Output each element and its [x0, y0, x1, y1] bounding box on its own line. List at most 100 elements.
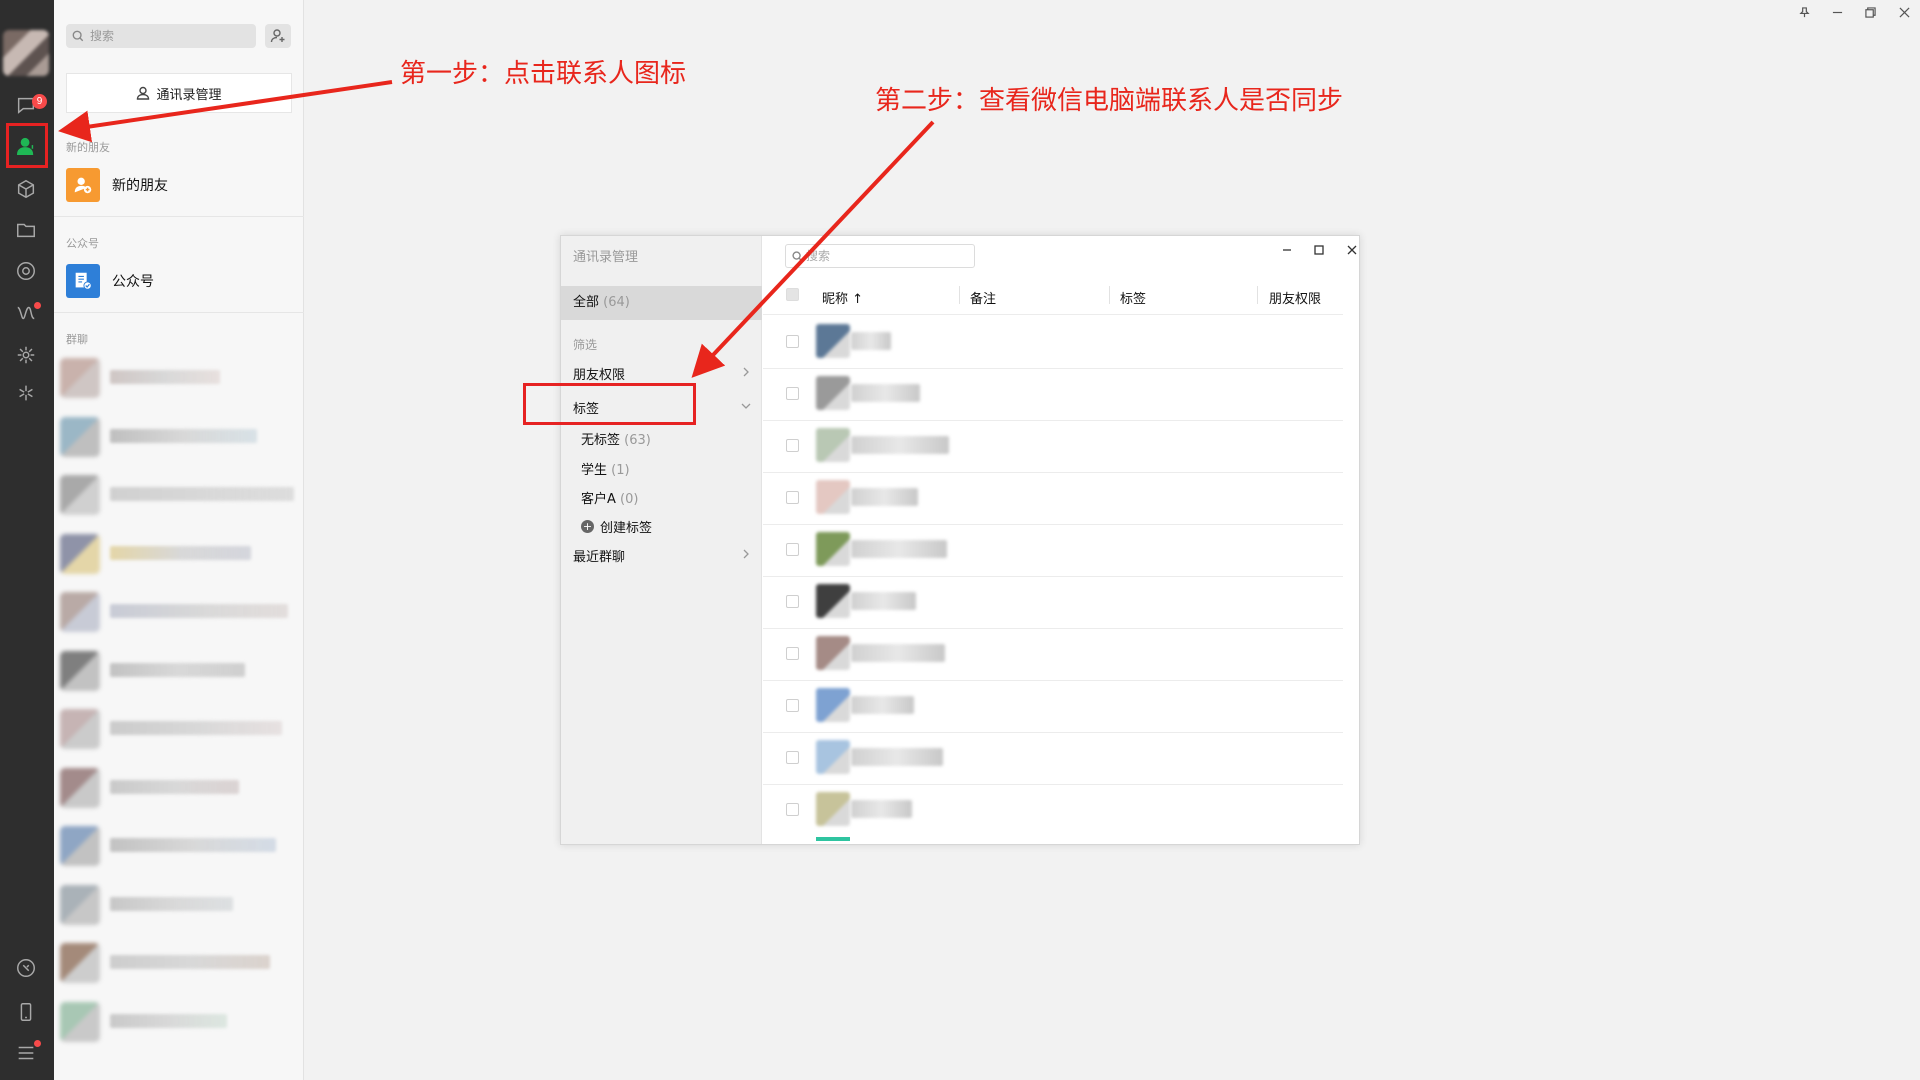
filter-friend-permission[interactable]: 朋友权限 — [573, 364, 751, 383]
annotation-step1: 第一步：点击联系人图标 — [400, 59, 687, 89]
close-icon — [1898, 6, 1910, 18]
no-tag-label: 无标签 — [581, 433, 621, 448]
new-friends-item[interactable]: 新的朋友 — [66, 168, 168, 202]
add-contact-button[interactable] — [265, 24, 291, 48]
official-account-icon — [66, 264, 100, 298]
col-nickname[interactable]: 昵称 ↑ — [822, 288, 863, 307]
group-name-blurred — [110, 721, 282, 735]
restore-icon — [1864, 6, 1876, 18]
files-icon[interactable] — [13, 217, 39, 243]
row-divider — [763, 732, 1343, 733]
tags-highlight-box — [523, 383, 696, 425]
create-tag-button[interactable]: + 创建标签 — [581, 517, 652, 536]
group-chat-item[interactable] — [54, 699, 304, 755]
group-avatar — [60, 884, 100, 925]
close-button[interactable] — [1892, 2, 1916, 22]
contact-name-blurred — [851, 384, 920, 402]
client-count: (0) — [620, 492, 639, 507]
group-name-blurred — [110, 779, 239, 794]
col-permission[interactable]: 朋友权限 — [1269, 288, 1321, 307]
group-chat-item[interactable] — [54, 875, 304, 931]
student-label: 学生 — [581, 463, 608, 478]
official-section-label: 公众号 — [66, 237, 99, 250]
filter-section-label: 筛选 — [573, 338, 598, 352]
row-checkbox[interactable] — [786, 595, 799, 608]
group-chat-item[interactable] — [54, 992, 304, 1048]
contacts-icon[interactable] — [13, 133, 39, 159]
col-remark[interactable]: 备注 — [970, 288, 996, 307]
select-all-checkbox[interactable] — [786, 288, 799, 301]
group-avatar — [60, 475, 100, 515]
manager-search-input[interactable]: 搜索 — [785, 244, 975, 268]
contact-avatar — [816, 532, 850, 566]
contacts-panel: 搜索 通讯录管理 新的朋友 新的朋友 公众号 公众号 群聊 — [54, 0, 304, 1080]
group-chat-item[interactable] — [54, 524, 304, 580]
group-chat-item[interactable] — [54, 582, 304, 638]
pin-icon — [1798, 6, 1810, 17]
tag-student[interactable]: 学生 (1) — [581, 459, 630, 478]
sidebar-nav: 9 — [0, 0, 54, 1080]
row-checkbox[interactable] — [786, 439, 799, 452]
row-checkbox[interactable] — [786, 699, 799, 712]
group-name-blurred — [110, 662, 245, 677]
group-avatar — [60, 592, 100, 632]
moments-icon[interactable] — [13, 258, 39, 284]
filter-recent-groups[interactable]: 最近群聊 — [573, 546, 751, 565]
row-checkbox[interactable] — [786, 543, 799, 556]
minimize-button[interactable] — [1825, 2, 1849, 22]
group-chat-item[interactable] — [54, 407, 304, 463]
row-checkbox[interactable] — [786, 751, 799, 764]
divider — [54, 312, 304, 313]
col-separator — [959, 286, 960, 304]
manager-close-button[interactable] — [1340, 240, 1364, 260]
mini-program-icon[interactable] — [13, 342, 39, 368]
contact-avatar — [816, 792, 850, 826]
mobile-icon[interactable] — [13, 999, 39, 1025]
group-avatar — [60, 533, 100, 574]
client-label: 客户A — [581, 492, 616, 507]
row-checkbox[interactable] — [786, 803, 799, 816]
manager-sidebar: 通讯录管理 全部 (64) 筛选 朋友权限 标签 无标签 (63) 学生 (1)… — [561, 236, 762, 844]
filter-all[interactable]: 全部 (64) — [561, 286, 762, 320]
search-input[interactable]: 搜索 — [66, 24, 256, 48]
group-chat-item[interactable] — [54, 758, 304, 814]
group-chat-item[interactable] — [54, 641, 304, 697]
minimize-icon — [1283, 249, 1291, 251]
contact-manager-window: 通讯录管理 全部 (64) 筛选 朋友权限 标签 无标签 (63) 学生 (1)… — [560, 235, 1360, 845]
new-friends-icon — [66, 168, 100, 202]
group-chat-item[interactable] — [54, 465, 304, 521]
favorites-icon[interactable] — [13, 176, 39, 202]
contact-name-blurred — [851, 592, 916, 610]
contact-name-blurred — [851, 748, 943, 766]
official-account-item[interactable]: 公众号 — [66, 264, 154, 298]
contact-name-blurred — [851, 540, 947, 558]
row-checkbox[interactable] — [786, 387, 799, 400]
row-checkbox[interactable] — [786, 491, 799, 504]
contact-avatar — [816, 740, 850, 774]
groups-section-label: 群聊 — [66, 333, 88, 346]
recent-groups-label: 最近群聊 — [573, 550, 626, 565]
row-checkbox[interactable] — [786, 335, 799, 348]
manager-maximize-button[interactable] — [1307, 240, 1331, 260]
tag-no-tag[interactable]: 无标签 (63) — [581, 429, 651, 448]
contact-name-blurred — [851, 488, 918, 506]
restore-button[interactable] — [1858, 2, 1882, 22]
person-icon — [137, 86, 150, 100]
search-discover-icon[interactable] — [13, 380, 39, 406]
row-checkbox[interactable] — [786, 647, 799, 660]
tag-client-a[interactable]: 客户A (0) — [581, 488, 638, 507]
pin-button[interactable] — [1792, 2, 1816, 22]
group-chat-item[interactable] — [54, 816, 304, 872]
phone-icon[interactable] — [13, 955, 39, 981]
annotation-step2: 第二步：查看微信电脑端联系人是否同步 — [875, 86, 1344, 116]
group-chat-item[interactable] — [54, 933, 304, 989]
col-separator — [1257, 286, 1258, 304]
user-avatar[interactable] — [3, 30, 49, 76]
contact-manage-button[interactable]: 通讯录管理 — [66, 73, 292, 113]
divider — [54, 216, 304, 217]
contact-name-blurred — [851, 436, 949, 454]
manager-minimize-button[interactable] — [1275, 240, 1299, 260]
col-tag[interactable]: 标签 — [1120, 288, 1146, 307]
channels-dot — [34, 302, 41, 309]
group-chat-item[interactable] — [54, 348, 304, 404]
